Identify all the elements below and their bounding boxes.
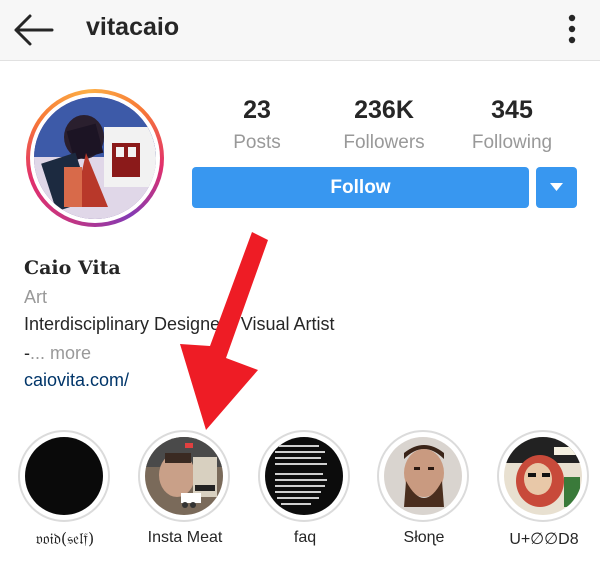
caret-down-icon: [550, 183, 563, 191]
arrow-left-icon: [14, 14, 54, 46]
posts-label: Posts: [233, 132, 281, 153]
more-options-button[interactable]: [556, 10, 588, 50]
highlight-label: faq: [293, 529, 317, 546]
highlight-cover: [504, 437, 582, 515]
profile-website-link[interactable]: caiovita.com/: [24, 370, 129, 391]
stat-posts[interactable]: 23 Posts: [192, 95, 322, 156]
highlight-cover: [265, 437, 343, 515]
suggested-accounts-dropdown-button[interactable]: [536, 167, 577, 208]
following-label: Following: [471, 132, 553, 153]
follow-button[interactable]: Follow: [192, 167, 529, 208]
highlight-label: 𝔳𝔬𝔦𝔡(𝔰𝔢𝔩𝔣): [35, 529, 95, 548]
annotation-arrow-icon: [180, 232, 268, 430]
highlight-label: Słoɳe: [403, 529, 445, 546]
stat-following[interactable]: 345 Following: [447, 95, 577, 156]
followers-count: 236K: [354, 96, 414, 124]
app-header: vitacaio: [0, 0, 600, 61]
highlight-label: U+∅∅D8: [509, 531, 579, 548]
avatar-image: [34, 97, 156, 219]
highlight-cover: [145, 437, 223, 515]
profile-avatar[interactable]: [26, 89, 164, 227]
more-vertical-icon: [568, 14, 576, 44]
highlight-cover: [25, 437, 103, 515]
stat-followers[interactable]: 236K Followers: [319, 95, 449, 156]
followers-label: Followers: [343, 132, 425, 153]
profile-category: Art: [24, 287, 48, 307]
following-count: 345: [491, 96, 533, 124]
profile-username-title: vitacaio: [86, 13, 180, 41]
highlight-label: Insta Meat: [147, 529, 223, 546]
highlight-cover: [384, 437, 462, 515]
profile-display-name: Caio Vita: [24, 257, 121, 279]
posts-count: 23: [243, 96, 271, 124]
bio-more-line: -... more: [24, 343, 91, 364]
back-button[interactable]: [12, 12, 56, 48]
bio-more-link[interactable]: ... more: [30, 343, 91, 363]
